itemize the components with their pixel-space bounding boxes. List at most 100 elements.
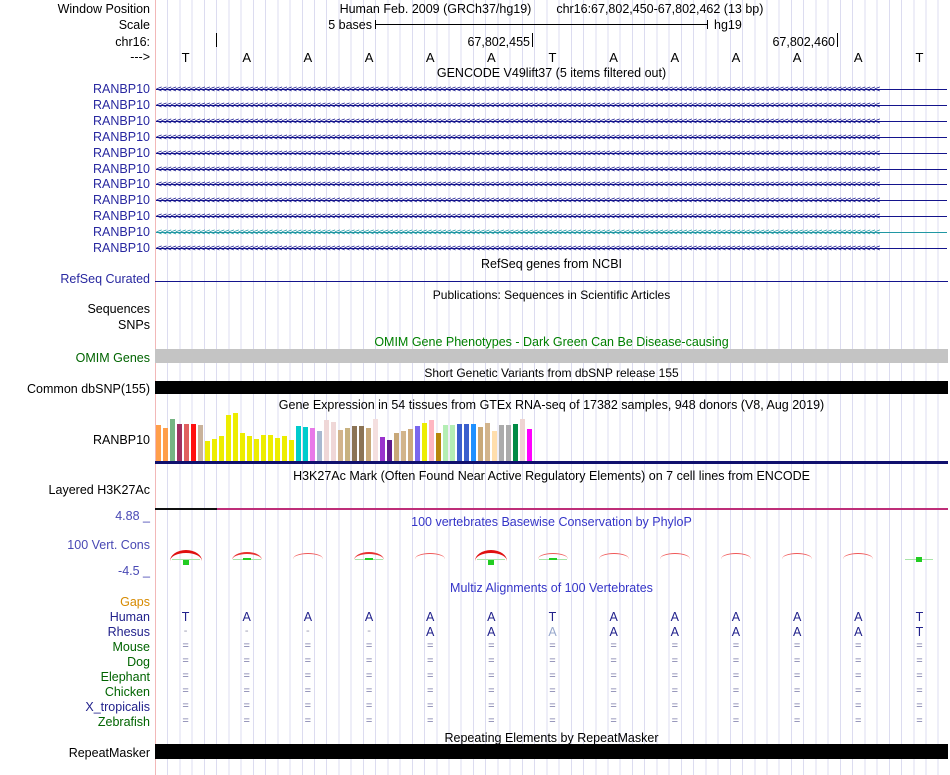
multiz-cell: A (548, 625, 557, 639)
gene-row-label[interactable]: RANBP10 (0, 98, 150, 112)
h3k27ac-track-title[interactable]: H3K27Ac Mark (Often Found Near Active Re… (155, 469, 948, 483)
refseq-curated-label[interactable]: RefSeq Curated (0, 272, 150, 286)
gene-row-label[interactable]: RANBP10 (0, 209, 150, 223)
assembly-title: Human Feb. 2009 (GRCh37/hg19) (339, 2, 532, 16)
gene-row-arrows[interactable]: <<<<<<<<<<<<<<<<<<<<<<<<<<<<<<<<<<<<<<<<… (156, 99, 947, 113)
conservation-mark (291, 548, 325, 566)
multiz-species-label[interactable]: Rhesus (0, 625, 150, 639)
base-letter: A (792, 50, 802, 65)
gene-row-label[interactable]: RANBP10 (0, 193, 150, 207)
multiz-species-label[interactable]: Elephant (0, 670, 150, 684)
gene-row-arrows[interactable]: <<<<<<<<<<<<<<<<<<<<<<<<<<<<<<<<<<<<<<<<… (156, 226, 947, 240)
multiz-cell: A (609, 610, 618, 624)
gene-row-arrows[interactable]: <<<<<<<<<<<<<<<<<<<<<<<<<<<<<<<<<<<<<<<<… (156, 83, 947, 97)
gene-row-label[interactable]: RANBP10 (0, 146, 150, 160)
gene-row-arrows[interactable]: <<<<<<<<<<<<<<<<<<<<<<<<<<<<<<<<<<<<<<<<… (156, 242, 947, 256)
multiz-cell: = (182, 700, 189, 712)
multiz-cell: = (732, 685, 740, 697)
gene-row-arrows[interactable]: <<<<<<<<<<<<<<<<<<<<<<<<<<<<<<<<<<<<<<<<… (156, 163, 947, 177)
gencode-track-title[interactable]: GENCODE V49lift37 (5 items filtered out) (155, 66, 948, 80)
multiz-cell: = (610, 670, 617, 682)
gtex-tissue-bar (226, 415, 231, 461)
multiz-species-label[interactable]: Human (0, 610, 150, 624)
repeatmasker-label[interactable]: RepeatMasker (0, 746, 150, 760)
gene-row-label[interactable]: RANBP10 (0, 114, 150, 128)
conservation-mark (230, 548, 264, 566)
multiz-species-label[interactable]: Dog (0, 655, 150, 669)
multiz-species-label[interactable]: Mouse (0, 640, 150, 654)
gene-row-arrows[interactable]: <<<<<<<<<<<<<<<<<<<<<<<<<<<<<<<<<<<<<<<<… (156, 194, 947, 208)
omim-gene-bar[interactable] (155, 349, 948, 363)
multiz-cell: = (304, 685, 312, 697)
repeatmasker-element-bar[interactable] (155, 744, 948, 759)
base-letter: A (242, 50, 252, 65)
multiz-cell: A (487, 610, 496, 624)
multiz-cell: = (549, 655, 556, 667)
gene-row-label[interactable]: RANBP10 (0, 82, 150, 96)
publications-track-title[interactable]: Publications: Sequences in Scientific Ar… (155, 288, 948, 302)
h3k27ac-signal-black[interactable] (155, 508, 217, 510)
base-sequence-row[interactable]: TAAAAATAAAAAT (0, 50, 950, 65)
multiz-cell: = (855, 700, 862, 712)
gtex-tissue-bar (394, 433, 399, 461)
multiz-cell: = (182, 655, 189, 667)
gtex-gene-label[interactable]: RANBP10 (0, 433, 150, 447)
phylop-green-square (916, 557, 923, 562)
multiz-cell: A (854, 610, 863, 624)
multiz-species-label[interactable]: Zebrafish (0, 715, 150, 729)
conservation-mark (413, 548, 447, 566)
snps-label[interactable]: SNPs (0, 318, 150, 332)
gtex-tissue-bar (240, 433, 245, 461)
multiz-cell: = (610, 640, 617, 652)
gene-row-label[interactable]: RANBP10 (0, 241, 150, 255)
phylop-red-arc (843, 553, 874, 559)
conservation-track-label[interactable]: 100 Vert. Cons (0, 538, 150, 552)
gtex-tissue-bar (296, 426, 301, 461)
multiz-cell: = (549, 670, 556, 682)
multiz-cell: = (793, 670, 801, 682)
gtex-tissue-bar (492, 431, 497, 461)
common-dbsnp-label[interactable]: Common dbSNP(155) (0, 382, 150, 396)
multiz-cell: = (855, 670, 862, 682)
gene-row-label[interactable]: RANBP10 (0, 162, 150, 176)
conservation-track-title[interactable]: 100 vertebrates Basewise Conservation by… (155, 515, 948, 529)
multiz-species-label[interactable]: Chicken (0, 685, 150, 699)
repeatmasker-track-title[interactable]: Repeating Elements by RepeatMasker (155, 731, 948, 745)
gene-row-arrows[interactable]: <<<<<<<<<<<<<<<<<<<<<<<<<<<<<<<<<<<<<<<<… (156, 210, 947, 224)
phylop-red-arc (720, 553, 751, 559)
gene-row-arrows[interactable]: <<<<<<<<<<<<<<<<<<<<<<<<<<<<<<<<<<<<<<<<… (156, 147, 947, 161)
dbsnp-track-title[interactable]: Short Genetic Variants from dbSNP releas… (155, 366, 948, 380)
refseq-gene-line[interactable] (155, 281, 948, 282)
gtex-tissue-bar (408, 429, 413, 461)
dbsnp-variant-bar[interactable] (155, 381, 948, 394)
gene-row-arrows[interactable]: <<<<<<<<<<<<<<<<<<<<<<<<<<<<<<<<<<<<<<<<… (156, 115, 947, 129)
gene-row-label[interactable]: RANBP10 (0, 130, 150, 144)
multiz-cell: = (671, 670, 679, 682)
gene-row-label[interactable]: RANBP10 (0, 177, 150, 191)
gtex-tissue-bar (261, 435, 266, 461)
omim-track-title[interactable]: OMIM Gene Phenotypes - Dark Green Can Be… (155, 335, 948, 349)
gtex-tissue-bar (443, 425, 448, 461)
gtex-track-title[interactable]: Gene Expression in 54 tissues from GTEx … (155, 398, 948, 412)
multiz-track-title[interactable]: Multiz Alignments of 100 Vertebrates (155, 581, 948, 595)
multiz-cell: = (916, 715, 923, 727)
gene-row-arrows[interactable]: <<<<<<<<<<<<<<<<<<<<<<<<<<<<<<<<<<<<<<<<… (156, 131, 947, 145)
multiz-cell: = (243, 700, 250, 712)
phylop-green-dash (365, 558, 374, 560)
multiz-cell: = (732, 715, 740, 727)
multiz-species-label[interactable]: X_tropicalis (0, 700, 150, 714)
position-title: chr16:67,802,450-67,802,462 (13 bp) (556, 2, 764, 16)
h3k27ac-signal-pink[interactable] (217, 508, 948, 510)
multiz-cell: A (731, 610, 741, 624)
scale-label: Scale (118, 18, 150, 32)
sequences-label[interactable]: Sequences (0, 302, 150, 316)
gene-row-label[interactable]: RANBP10 (0, 225, 150, 239)
chrom-label: chr16: (115, 35, 150, 49)
gene-row-arrows[interactable]: <<<<<<<<<<<<<<<<<<<<<<<<<<<<<<<<<<<<<<<<… (156, 178, 947, 192)
multiz-cell: - (244, 625, 249, 637)
gtex-expression-barchart[interactable] (156, 411, 536, 461)
omim-genes-label[interactable]: OMIM Genes (0, 351, 150, 365)
multiz-gaps-label[interactable]: Gaps (0, 595, 150, 609)
refseq-track-title[interactable]: RefSeq genes from NCBI (155, 257, 948, 271)
layered-h3k27ac-label[interactable]: Layered H3K27Ac (0, 483, 150, 497)
